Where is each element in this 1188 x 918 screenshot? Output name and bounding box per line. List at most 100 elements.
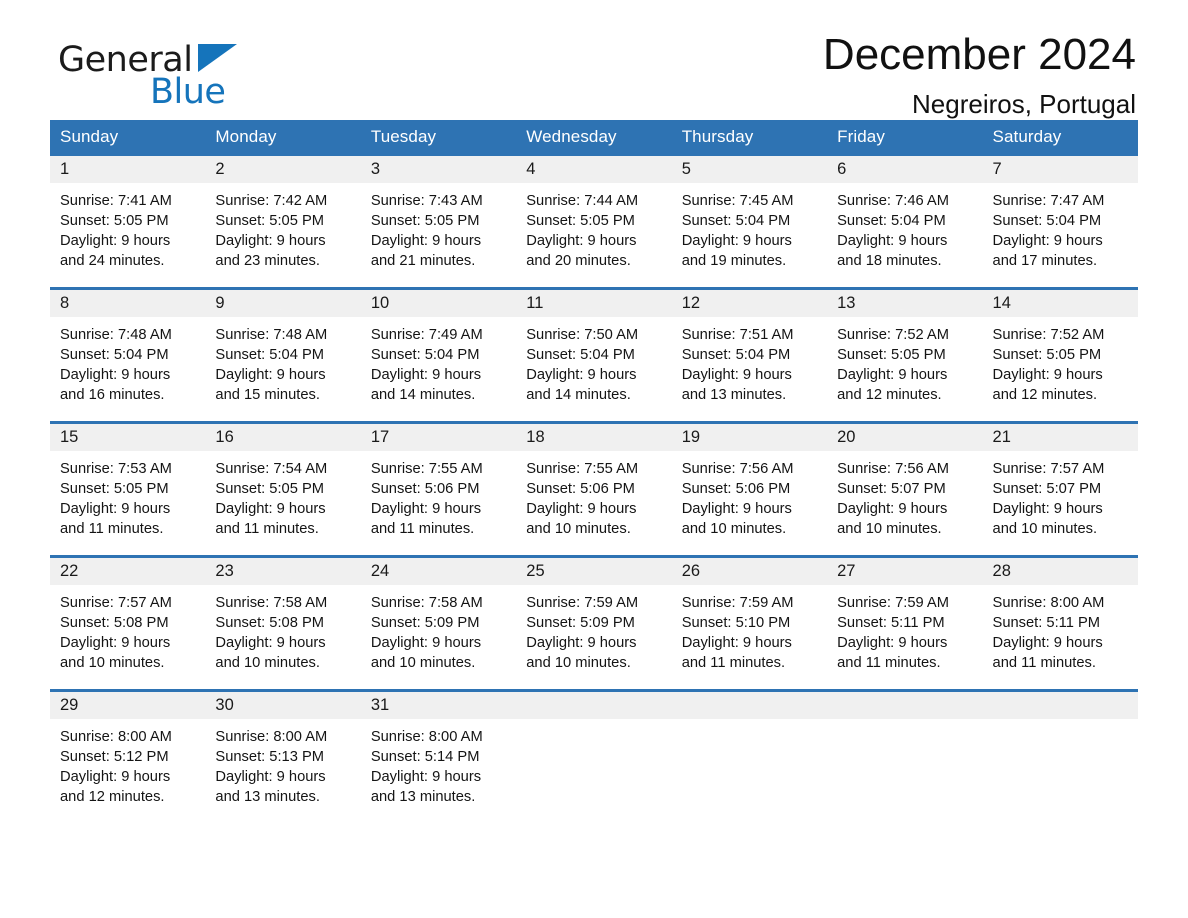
calendar-week-row: 15 Sunrise: 7:53 AM Sunset: 5:05 PM Dayligh… bbox=[50, 421, 1138, 557]
sunset-text: Sunset: 5:05 PM bbox=[370, 213, 480, 229]
sunrise-text: Sunrise: 7:49 AM bbox=[370, 327, 483, 343]
sunrise-text: Sunrise: 7:53 AM bbox=[60, 461, 172, 477]
calendar-day-cell[interactable]: 31 Sunrise: 8:00 AM Sunset: 5:14 PM Dayligh… bbox=[360, 689, 517, 823]
calendar-day-cell[interactable]: 11 Sunrise: 7:50 AM Sunset: 5:04 PM Dayligh… bbox=[516, 287, 672, 423]
calendar-page: General Blue December 2024 Negreiros, Po… bbox=[0, 0, 1188, 918]
sunrise-text: Sunrise: 7:44 AM bbox=[526, 193, 639, 209]
calendar-day-cell[interactable]: 19 Sunrise: 7:56 AM Sunset: 5:06 PM Dayligh… bbox=[671, 421, 828, 557]
calendar-day-cell[interactable]: 12 Sunrise: 7:51 AM Sunset: 5:04 PM Dayligh… bbox=[671, 287, 828, 423]
calendar-day-cell[interactable]: 25 Sunrise: 7:59 AM Sunset: 5:09 PM Dayligh… bbox=[516, 555, 672, 691]
calendar-day-cell[interactable]: 22 Sunrise: 7:57 AM Sunset: 5:08 PM Dayligh… bbox=[50, 555, 206, 691]
calendar-day-cell[interactable]: 5 Sunrise: 7:45 AM Sunset: 5:04 PM Daylight… bbox=[671, 156, 828, 289]
calendar-day-cell-empty bbox=[516, 689, 672, 823]
calendar-day-cell[interactable]: 7 Sunrise: 7:47 AM Sunset: 5:04 PM Daylight… bbox=[982, 156, 1138, 289]
calendar-day-cell[interactable]: 29 Sunrise: 8:00 AM Sunset: 5:12 PM Dayligh… bbox=[50, 689, 206, 823]
calendar-day-cell-empty bbox=[827, 689, 983, 823]
sunrise-text: Sunrise: 7:42 AM bbox=[215, 193, 328, 209]
day-details: Sunrise: 7:57 AM Sunset: 5:08 PM Daylight:… bbox=[50, 585, 205, 673]
daylight-text-line2: and 21 minutes. bbox=[370, 253, 476, 269]
general-blue-logo[interactable]: General Blue bbox=[50, 40, 280, 118]
day-number: 19 bbox=[671, 424, 828, 451]
calendar-day-cell[interactable]: 21 Sunrise: 7:57 AM Sunset: 5:07 PM Dayligh… bbox=[982, 421, 1138, 557]
day-details: Sunrise: 7:50 AM Sunset: 5:04 PM Daylight:… bbox=[516, 317, 671, 405]
logo-triangle-icon bbox=[198, 44, 237, 72]
title-block: December 2024 Negreiros, Portugal bbox=[823, 28, 1138, 122]
calendar-day-cell[interactable]: 3 Sunrise: 7:43 AM Sunset: 5:05 PM Daylight… bbox=[360, 156, 517, 289]
day-details: Sunrise: 8:00 AM Sunset: 5:14 PM Daylight:… bbox=[361, 719, 516, 807]
sunset-text: Sunset: 5:12 PM bbox=[60, 749, 169, 765]
daylight-text-line2: and 14 minutes. bbox=[526, 387, 631, 403]
daylight-text-line1: Daylight: 9 hours bbox=[526, 501, 637, 517]
sunrise-text: Sunrise: 7:55 AM bbox=[370, 461, 483, 477]
day-number: 12 bbox=[671, 290, 828, 317]
day-number bbox=[516, 692, 672, 719]
daylight-text-line2: and 13 minutes. bbox=[370, 789, 476, 805]
calendar-day-cell[interactable]: 15 Sunrise: 7:53 AM Sunset: 5:05 PM Dayligh… bbox=[50, 421, 206, 557]
calendar-week-row: 1 Sunrise: 7:41 AM Sunset: 5:05 PM Daylight… bbox=[50, 156, 1138, 289]
day-number: 25 bbox=[516, 558, 672, 585]
daylight-text-line2: and 10 minutes. bbox=[60, 655, 165, 671]
calendar-day-cell[interactable]: 28 Sunrise: 8:00 AM Sunset: 5:11 PM Dayligh… bbox=[982, 555, 1138, 691]
day-number: 18 bbox=[516, 424, 672, 451]
sunrise-text: Sunrise: 7:46 AM bbox=[837, 193, 949, 209]
day-details: Sunrise: 7:58 AM Sunset: 5:09 PM Daylight:… bbox=[361, 585, 516, 673]
daylight-text-line2: and 13 minutes. bbox=[681, 387, 787, 403]
day-details bbox=[516, 719, 671, 727]
day-details: Sunrise: 7:48 AM Sunset: 5:04 PM Daylight:… bbox=[50, 317, 205, 405]
day-details bbox=[983, 719, 1138, 727]
day-number: 20 bbox=[827, 424, 983, 451]
day-details bbox=[672, 719, 827, 727]
daylight-text-line1: Daylight: 9 hours bbox=[370, 635, 482, 651]
calendar-day-cell[interactable]: 26 Sunrise: 7:59 AM Sunset: 5:10 PM Dayligh… bbox=[671, 555, 828, 691]
calendar-day-cell[interactable]: 2 Sunrise: 7:42 AM Sunset: 5:05 PM Daylight… bbox=[205, 156, 361, 289]
calendar-day-cell[interactable]: 6 Sunrise: 7:46 AM Sunset: 5:04 PM Daylight… bbox=[827, 156, 983, 289]
calendar-day-cell[interactable]: 20 Sunrise: 7:56 AM Sunset: 5:07 PM Dayligh… bbox=[827, 421, 983, 557]
day-number: 31 bbox=[360, 692, 517, 719]
day-details: Sunrise: 7:53 AM Sunset: 5:05 PM Daylight:… bbox=[50, 451, 205, 539]
daylight-text-line2: and 11 minutes. bbox=[837, 655, 941, 671]
calendar-day-cell[interactable]: 10 Sunrise: 7:49 AM Sunset: 5:04 PM Dayligh… bbox=[360, 287, 517, 423]
calendar-day-cell[interactable]: 16 Sunrise: 7:54 AM Sunset: 5:05 PM Dayligh… bbox=[205, 421, 361, 557]
day-number: 9 bbox=[205, 290, 361, 317]
calendar-day-cell[interactable]: 23 Sunrise: 7:58 AM Sunset: 5:08 PM Dayligh… bbox=[205, 555, 361, 691]
calendar-day-cell[interactable]: 4 Sunrise: 7:44 AM Sunset: 5:05 PM Daylight… bbox=[516, 156, 672, 289]
day-number bbox=[671, 692, 828, 719]
day-number bbox=[982, 692, 1138, 719]
calendar-day-cell[interactable]: 17 Sunrise: 7:55 AM Sunset: 5:06 PM Dayligh… bbox=[360, 421, 517, 557]
daylight-text-line2: and 13 minutes. bbox=[215, 789, 320, 805]
calendar-day-cell[interactable]: 27 Sunrise: 7:59 AM Sunset: 5:11 PM Dayligh… bbox=[827, 555, 983, 691]
sunrise-text: Sunrise: 7:48 AM bbox=[215, 327, 328, 343]
calendar-day-cell[interactable]: 13 Sunrise: 7:52 AM Sunset: 5:05 PM Dayligh… bbox=[827, 287, 983, 423]
calendar-week-row: 29 Sunrise: 8:00 AM Sunset: 5:12 PM Dayligh… bbox=[50, 689, 1138, 823]
calendar-day-cell[interactable]: 24 Sunrise: 7:58 AM Sunset: 5:09 PM Dayligh… bbox=[360, 555, 517, 691]
day-details: Sunrise: 7:59 AM Sunset: 5:11 PM Daylight:… bbox=[827, 585, 982, 673]
calendar-day-cell-empty bbox=[671, 689, 828, 823]
calendar-day-cell[interactable]: 30 Sunrise: 8:00 AM Sunset: 5:13 PM Dayligh… bbox=[205, 689, 361, 823]
day-number: 21 bbox=[982, 424, 1138, 451]
daylight-text-line2: and 12 minutes. bbox=[837, 387, 942, 403]
sunset-text: Sunset: 5:08 PM bbox=[60, 615, 169, 631]
daylight-text-line2: and 23 minutes. bbox=[215, 253, 320, 269]
calendar-day-cell[interactable]: 1 Sunrise: 7:41 AM Sunset: 5:05 PM Daylight… bbox=[50, 156, 206, 289]
sunrise-text: Sunrise: 7:48 AM bbox=[60, 327, 172, 343]
day-number: 29 bbox=[50, 692, 206, 719]
daylight-text-line2: and 12 minutes. bbox=[60, 789, 165, 805]
calendar-day-cell[interactable]: 14 Sunrise: 7:52 AM Sunset: 5:05 PM Dayligh… bbox=[982, 287, 1138, 423]
sunrise-text: Sunrise: 8:00 AM bbox=[992, 595, 1105, 611]
calendar-day-cell[interactable]: 18 Sunrise: 7:55 AM Sunset: 5:06 PM Dayligh… bbox=[516, 421, 672, 557]
page-header: General Blue December 2024 Negreiros, Po… bbox=[50, 0, 1138, 119]
daylight-text-line2: and 10 minutes. bbox=[681, 521, 787, 537]
day-number: 24 bbox=[360, 558, 517, 585]
page-title: December 2024 bbox=[822, 30, 1136, 79]
day-number: 8 bbox=[50, 290, 206, 317]
day-details: Sunrise: 7:59 AM Sunset: 5:09 PM Daylight:… bbox=[516, 585, 671, 673]
sunrise-text: Sunrise: 8:00 AM bbox=[60, 729, 172, 745]
sunrise-text: Sunrise: 7:47 AM bbox=[992, 193, 1105, 209]
daylight-text-line1: Daylight: 9 hours bbox=[837, 367, 948, 383]
calendar-day-cell[interactable]: 9 Sunrise: 7:48 AM Sunset: 5:04 PM Daylight… bbox=[205, 287, 361, 423]
day-details: Sunrise: 8:00 AM Sunset: 5:13 PM Daylight:… bbox=[205, 719, 360, 807]
calendar-day-cell-empty bbox=[982, 689, 1138, 823]
sunset-text: Sunset: 5:05 PM bbox=[60, 213, 169, 229]
calendar-day-cell[interactable]: 8 Sunrise: 7:48 AM Sunset: 5:04 PM Daylight… bbox=[50, 287, 206, 423]
daylight-text-line1: Daylight: 9 hours bbox=[992, 635, 1103, 651]
